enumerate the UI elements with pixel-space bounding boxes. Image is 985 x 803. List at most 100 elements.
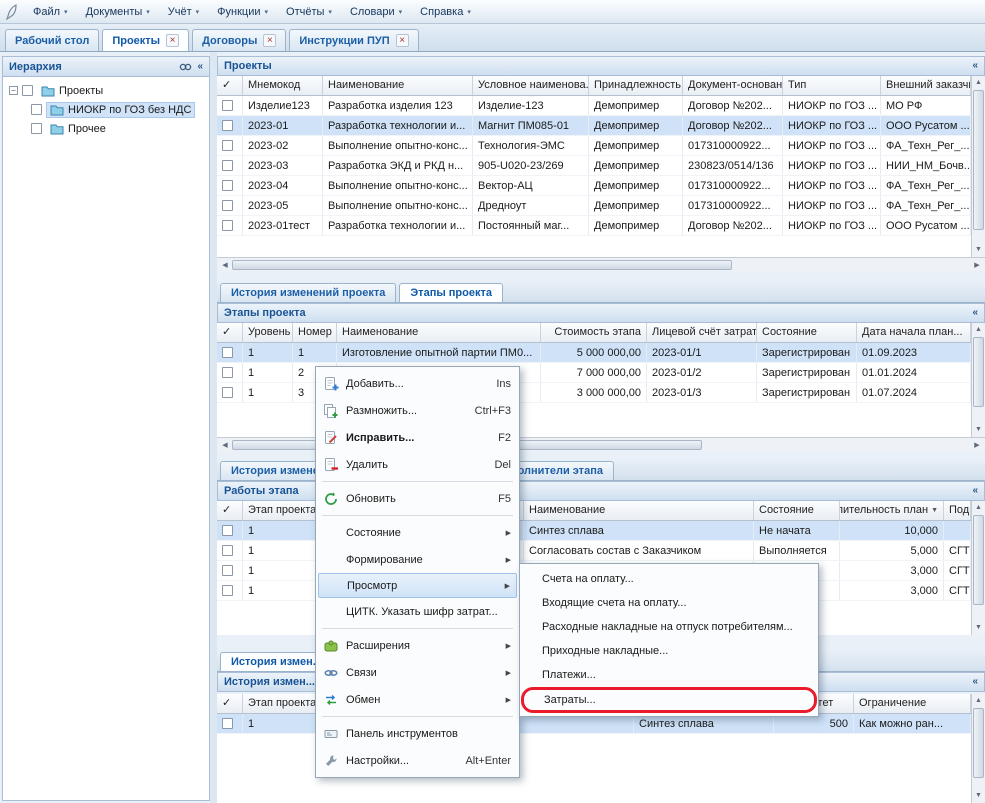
- row-checkbox[interactable]: [222, 160, 233, 171]
- table-row[interactable]: Изделие123 Разработка изделия 123 Издели…: [217, 96, 971, 116]
- menu-accounting[interactable]: Учёт▾: [160, 3, 207, 21]
- table-row[interactable]: 2023-01 Разработка технологии и... Магни…: [217, 116, 971, 136]
- menu-functions[interactable]: Функции▾: [209, 3, 276, 21]
- submenu-item-payments[interactable]: Платежи...: [522, 663, 816, 687]
- tab-projects[interactable]: Проекты×: [102, 29, 189, 51]
- submenu-item-incoming-invoices[interactable]: Входящие счета на оплату...: [522, 591, 816, 615]
- menu-documents[interactable]: Документы▾: [78, 3, 158, 21]
- column-header[interactable]: ✓: [217, 323, 243, 342]
- scroll-up-icon[interactable]: ▲: [975, 502, 982, 514]
- column-header[interactable]: Номер: [293, 323, 337, 342]
- menu-item-delete[interactable]: Удалить Del: [318, 451, 517, 478]
- menu-dictionaries[interactable]: Словари▾: [342, 3, 410, 21]
- row-checkbox[interactable]: [222, 525, 233, 536]
- vertical-scrollbar[interactable]: ▲ ▼: [971, 694, 985, 803]
- scroll-up-icon[interactable]: ▲: [975, 77, 982, 89]
- scroll-thumb[interactable]: [973, 708, 984, 778]
- column-header[interactable]: Уровень: [243, 323, 293, 342]
- column-header[interactable]: Мнемокод: [243, 76, 323, 95]
- tab-project-history[interactable]: История изменений проекта: [220, 283, 396, 302]
- submenu-item-receipt-notes[interactable]: Приходные накладные...: [522, 639, 816, 663]
- table-row[interactable]: 2023-04 Выполнение опытно-конс... Вектор…: [217, 176, 971, 196]
- submenu-item-invoices[interactable]: Счета на оплату...: [522, 567, 816, 591]
- menu-item-links[interactable]: Связи ▶: [318, 659, 517, 686]
- collapse-icon[interactable]: «: [197, 62, 203, 72]
- row-checkbox[interactable]: [222, 120, 233, 131]
- column-header[interactable]: Длительность план▼: [840, 501, 944, 520]
- scroll-left-icon[interactable]: ◀: [219, 261, 231, 269]
- column-header[interactable]: Подр...: [944, 501, 971, 520]
- vertical-scrollbar[interactable]: ▲ ▼: [971, 323, 985, 437]
- column-header[interactable]: Стоимость этапа: [541, 323, 647, 342]
- scroll-up-icon[interactable]: ▲: [975, 695, 982, 707]
- tab-contracts[interactable]: Договоры×: [192, 29, 286, 51]
- table-row[interactable]: 2023-05 Выполнение опытно-конс... Дредно…: [217, 196, 971, 216]
- tree-item-other[interactable]: Прочее: [5, 119, 207, 138]
- scroll-down-icon[interactable]: ▼: [975, 622, 982, 634]
- splitter[interactable]: [210, 52, 217, 803]
- tree-checkbox[interactable]: [22, 85, 33, 96]
- row-checkbox[interactable]: [222, 220, 233, 231]
- row-checkbox[interactable]: [222, 200, 233, 211]
- column-header[interactable]: ✓: [217, 694, 243, 713]
- column-header[interactable]: Условное наименова...: [473, 76, 589, 95]
- tab-desktop[interactable]: Рабочий стол: [5, 29, 99, 51]
- scroll-right-icon[interactable]: ▶: [971, 261, 983, 269]
- vertical-scrollbar[interactable]: ▲ ▼: [971, 501, 985, 635]
- table-row[interactable]: 2023-03 Разработка ЭКД и РКД н... 905-U0…: [217, 156, 971, 176]
- menu-item-refresh[interactable]: Обновить F5: [318, 485, 517, 512]
- column-header[interactable]: Дата начала план...: [857, 323, 971, 342]
- collapse-icon[interactable]: «: [972, 61, 978, 71]
- vertical-scrollbar[interactable]: ▲ ▼: [971, 76, 985, 257]
- column-header[interactable]: Состояние: [757, 323, 857, 342]
- menu-item-citk-cost-code[interactable]: ЦИТК. Указать шифр затрат...: [318, 598, 517, 625]
- column-header[interactable]: ✓: [217, 76, 243, 95]
- menu-item-settings[interactable]: Настройки... Alt+Enter: [318, 747, 517, 774]
- horizontal-scrollbar[interactable]: ◀ ▶: [217, 257, 985, 271]
- collapse-icon[interactable]: «: [972, 486, 978, 496]
- scroll-thumb[interactable]: [973, 515, 984, 605]
- row-checkbox[interactable]: [222, 718, 233, 729]
- menu-item-add[interactable]: Добавить... Ins: [318, 370, 517, 397]
- menu-item-forming[interactable]: Формирование ▶: [318, 546, 517, 573]
- submenu-item-issue-notes[interactable]: Расходные накладные на отпуск потребител…: [522, 615, 816, 639]
- close-icon[interactable]: ×: [396, 34, 409, 47]
- scroll-thumb[interactable]: [973, 337, 984, 407]
- menu-item-toolbar[interactable]: Панель инструментов: [318, 720, 517, 747]
- scroll-down-icon[interactable]: ▼: [975, 790, 982, 802]
- column-header[interactable]: Состояние: [754, 501, 840, 520]
- menu-item-extensions[interactable]: Расширения ▶: [318, 632, 517, 659]
- row-checkbox[interactable]: [222, 387, 233, 398]
- tree-checkbox[interactable]: [31, 123, 42, 134]
- menu-item-exchange[interactable]: Обмен ▶: [318, 686, 517, 713]
- menu-item-edit[interactable]: Исправить... F2: [318, 424, 517, 451]
- column-header[interactable]: Принадлежность: [589, 76, 683, 95]
- column-header[interactable]: Наименование: [337, 323, 541, 342]
- column-header[interactable]: Наименование: [524, 501, 754, 520]
- table-row[interactable]: 2023-01тест Разработка технологии и... П…: [217, 216, 971, 236]
- scroll-thumb[interactable]: [973, 90, 984, 230]
- table-row[interactable]: 1 1 Изготовление опытной партии ПМ0... 5…: [217, 343, 971, 363]
- tab-project-stages[interactable]: Этапы проекта: [399, 283, 503, 302]
- collapse-icon[interactable]: «: [972, 308, 978, 318]
- column-header[interactable]: Ограничение: [854, 694, 971, 713]
- column-header[interactable]: Документ-основан...: [683, 76, 783, 95]
- scroll-down-icon[interactable]: ▼: [975, 244, 982, 256]
- column-header[interactable]: Лицевой счёт затрат.: [647, 323, 757, 342]
- row-checkbox[interactable]: [222, 565, 233, 576]
- tree-item-niokr-goz[interactable]: НИОКР по ГОЗ без НДС: [5, 100, 207, 119]
- column-header[interactable]: ✓: [217, 501, 243, 520]
- menu-reports[interactable]: Отчёты▾: [278, 3, 340, 21]
- row-checkbox[interactable]: [222, 545, 233, 556]
- row-checkbox[interactable]: [222, 100, 233, 111]
- tree-expander-icon[interactable]: −: [9, 86, 18, 95]
- row-checkbox[interactable]: [222, 347, 233, 358]
- submenu-item-costs[interactable]: Затраты...: [521, 687, 817, 713]
- scroll-up-icon[interactable]: ▲: [975, 324, 982, 336]
- collapse-icon[interactable]: «: [972, 677, 978, 687]
- table-row[interactable]: 2023-02 Выполнение опытно-конс... Технол…: [217, 136, 971, 156]
- menu-item-state[interactable]: Состояние ▶: [318, 519, 517, 546]
- menu-item-duplicate[interactable]: Размножить... Ctrl+F3: [318, 397, 517, 424]
- column-header[interactable]: Внешний заказчик: [881, 76, 971, 95]
- row-checkbox[interactable]: [222, 585, 233, 596]
